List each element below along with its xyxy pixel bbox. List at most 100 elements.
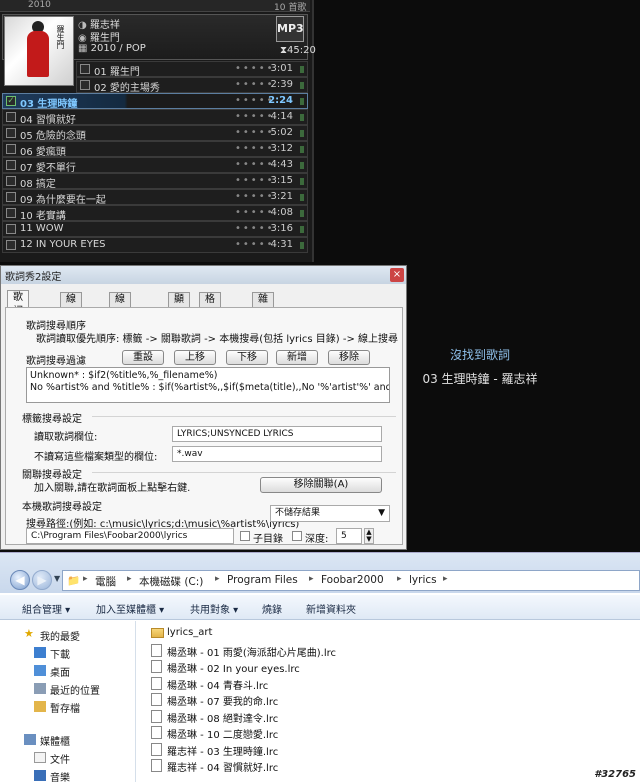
track-row[interactable]: 12 IN YOUR EYES ••••• 4:31 xyxy=(2,237,308,253)
navigation-pane: ★ 我的最愛 下載 桌面 最近的位置 暫存檔 媒體櫃 文件 音樂 xyxy=(0,621,136,782)
breadcrumb-program-files[interactable]: Program Files xyxy=(227,574,298,586)
address-field[interactable]: 📁 ▸ 電腦 ▸ 本機磁碟 (C:) ▸ Program Files ▸ Foo… xyxy=(62,570,640,591)
filter-list[interactable]: Unknown* : $if2(%title%,%_filename%) No … xyxy=(26,367,390,403)
add-to-library-menu[interactable]: 加入至媒體櫃 ▾ xyxy=(96,601,164,616)
track-row[interactable]: 06 愛瘋頭 ••••• 3:12 xyxy=(2,141,308,158)
track-name: 08 搞定 xyxy=(20,179,56,190)
new-folder-button[interactable]: 新增資料夾 xyxy=(306,601,356,616)
remove-association-button[interactable]: 移除關聯(A) xyxy=(260,477,382,493)
tab-online-search[interactable]: 線上搜尋 xyxy=(60,292,82,347)
track-row[interactable]: 04 習慣就好 ••••• 4:14 xyxy=(2,109,308,126)
depth-label: 深度: xyxy=(305,534,329,545)
nav-desktop[interactable]: 桌面 xyxy=(50,664,70,679)
filter-item[interactable]: Unknown* : $if2(%title%,%_filename%) xyxy=(30,370,386,382)
album-cover-image[interactable]: 羅生門 xyxy=(4,16,74,86)
track-checkbox-icon[interactable] xyxy=(6,192,16,202)
rating-dots[interactable]: ••••• xyxy=(235,223,275,234)
rating-dots[interactable]: ••••• xyxy=(235,175,275,186)
track-row[interactable]: 07 愛不單行 ••••• 4:43 xyxy=(2,157,308,174)
track-duration: 4:31 xyxy=(270,239,293,250)
breadcrumb-separator[interactable]: ▸ xyxy=(397,574,402,584)
track-row[interactable]: 10 老實講 ••••• 4:08 xyxy=(2,205,308,222)
rating-dots[interactable]: ••••• xyxy=(235,111,275,122)
move-down-button[interactable]: 下移 xyxy=(226,350,268,365)
rating-dots[interactable]: ••••• xyxy=(235,207,275,218)
track-checkbox-icon[interactable] xyxy=(6,160,16,170)
depth-spinner[interactable]: ▲ ▼ xyxy=(364,528,374,544)
breadcrumb-separator[interactable]: ▸ xyxy=(83,574,88,584)
track-checkbox-icon[interactable] xyxy=(6,128,16,138)
track-checkbox-icon[interactable] xyxy=(6,144,16,154)
breadcrumb-foobar[interactable]: Foobar2000 xyxy=(321,574,384,586)
rating-dots[interactable]: ••••• xyxy=(235,239,275,250)
breadcrumb-separator[interactable]: ▸ xyxy=(215,574,220,584)
track-checkbox-icon[interactable] xyxy=(6,112,16,122)
forward-arrow-icon[interactable]: ▶ xyxy=(32,570,52,590)
organize-menu[interactable]: 組合管理 ▾ xyxy=(22,601,70,616)
nav-recent-places[interactable]: 最近的位置 xyxy=(50,682,100,697)
track-duration: 3:16 xyxy=(270,223,293,234)
search-path-field[interactable]: C:\Program Files\Foobar2000\lyrics xyxy=(26,528,234,544)
breadcrumb-computer[interactable]: 電腦 xyxy=(95,574,116,589)
track-duration: 3:15 xyxy=(270,175,293,186)
breadcrumb-separator[interactable]: ▸ xyxy=(127,574,132,584)
nav-favorites[interactable]: 我的最愛 xyxy=(40,628,80,643)
add-filter-button[interactable]: 新增 xyxy=(276,350,318,365)
divider xyxy=(92,472,396,473)
track-row[interactable]: 02 愛的主場秀 ••••• 2:39 xyxy=(76,77,308,94)
track-row[interactable]: 08 搞定 ••••• 3:15 xyxy=(2,173,308,190)
tag-skip-field[interactable]: *.wav xyxy=(172,446,382,462)
breadcrumb-separator[interactable]: ▸ xyxy=(443,574,448,584)
track-checkbox-icon[interactable] xyxy=(6,208,16,218)
dialog-titlebar[interactable]: 歌詞秀2設定 × xyxy=(1,266,406,284)
depth-field[interactable]: 5 xyxy=(336,528,362,544)
track-checkbox-icon[interactable] xyxy=(6,176,16,186)
track-row[interactable]: 11 WOW ••••• 3:16 xyxy=(2,221,308,237)
rating-dots[interactable]: ••••• xyxy=(235,143,275,154)
move-up-button[interactable]: 上移 xyxy=(174,350,216,365)
tab-online-server[interactable]: 線上伺服器 xyxy=(109,292,131,361)
burn-button[interactable]: 燒錄 xyxy=(262,601,282,616)
rating-dots[interactable]: ••••• xyxy=(235,79,275,90)
tab-display[interactable]: 顯示 xyxy=(168,292,190,319)
back-arrow-icon[interactable]: ◀ xyxy=(10,570,30,590)
rating-dots[interactable]: ••••• xyxy=(235,191,275,202)
rating-dots[interactable]: ••••• xyxy=(235,127,275,138)
breadcrumb-drive[interactable]: 本機磁碟 (C:) xyxy=(139,574,203,589)
nav-documents[interactable]: 文件 xyxy=(50,751,70,766)
subdir-checkbox[interactable] xyxy=(240,531,250,541)
tab-lyrics-search[interactable]: 歌詞搜尋 xyxy=(7,290,29,345)
track-row[interactable]: 09 為什麼要在一起 ••••• 3:21 xyxy=(2,189,308,206)
nav-libraries[interactable]: 媒體櫃 xyxy=(40,733,70,748)
lrc-file-icon xyxy=(151,660,162,673)
nav-temp[interactable]: 暫存檔 xyxy=(50,700,80,715)
track-checkbox-icon[interactable] xyxy=(80,80,90,90)
track-row[interactable]: 01 羅生門 ••••• 3:01 xyxy=(76,61,308,78)
recent-pages-chevron-icon[interactable]: ▼ xyxy=(54,574,60,583)
close-button[interactable]: × xyxy=(390,268,404,282)
track-checkbox-icon[interactable] xyxy=(6,240,16,250)
tab-misc[interactable]: 雜項 xyxy=(252,292,274,319)
desktop-icon xyxy=(34,665,46,676)
nav-downloads[interactable]: 下載 xyxy=(50,646,70,661)
filter-item[interactable]: No %artist% and %title% : $if(%artist%,,… xyxy=(30,382,389,394)
track-name: 01 羅生門 xyxy=(94,67,140,78)
track-row-current[interactable]: ✓ 03 生理時鐘 ••••• 2:24 xyxy=(2,93,308,110)
rating-dots[interactable]: ••••• xyxy=(235,63,275,74)
tab-format-string[interactable]: 格式字串 xyxy=(199,292,221,347)
reset-button[interactable]: 重設 xyxy=(122,350,164,365)
track-row[interactable]: 05 危險的念頭 ••••• 5:02 xyxy=(2,125,308,142)
track-checkbox-icon[interactable] xyxy=(80,64,90,74)
save-result-select[interactable]: 不儲存結果 ▼ xyxy=(270,505,390,522)
checkmark-icon[interactable]: ✓ xyxy=(6,96,16,106)
tag-read-field[interactable]: LYRICS;UNSYNCED LYRICS xyxy=(172,426,382,442)
track-checkbox-icon[interactable] xyxy=(6,224,16,234)
rating-dots[interactable]: ••••• xyxy=(235,159,275,170)
share-with-menu[interactable]: 共用對象 ▾ xyxy=(190,601,238,616)
depth-checkbox[interactable] xyxy=(292,531,302,541)
breadcrumb-separator[interactable]: ▸ xyxy=(309,574,314,584)
remove-filter-button[interactable]: 移除 xyxy=(328,350,370,365)
breadcrumb-lyrics[interactable]: lyrics xyxy=(409,574,437,586)
nav-music[interactable]: 音樂 xyxy=(50,769,70,782)
divider xyxy=(92,416,396,417)
